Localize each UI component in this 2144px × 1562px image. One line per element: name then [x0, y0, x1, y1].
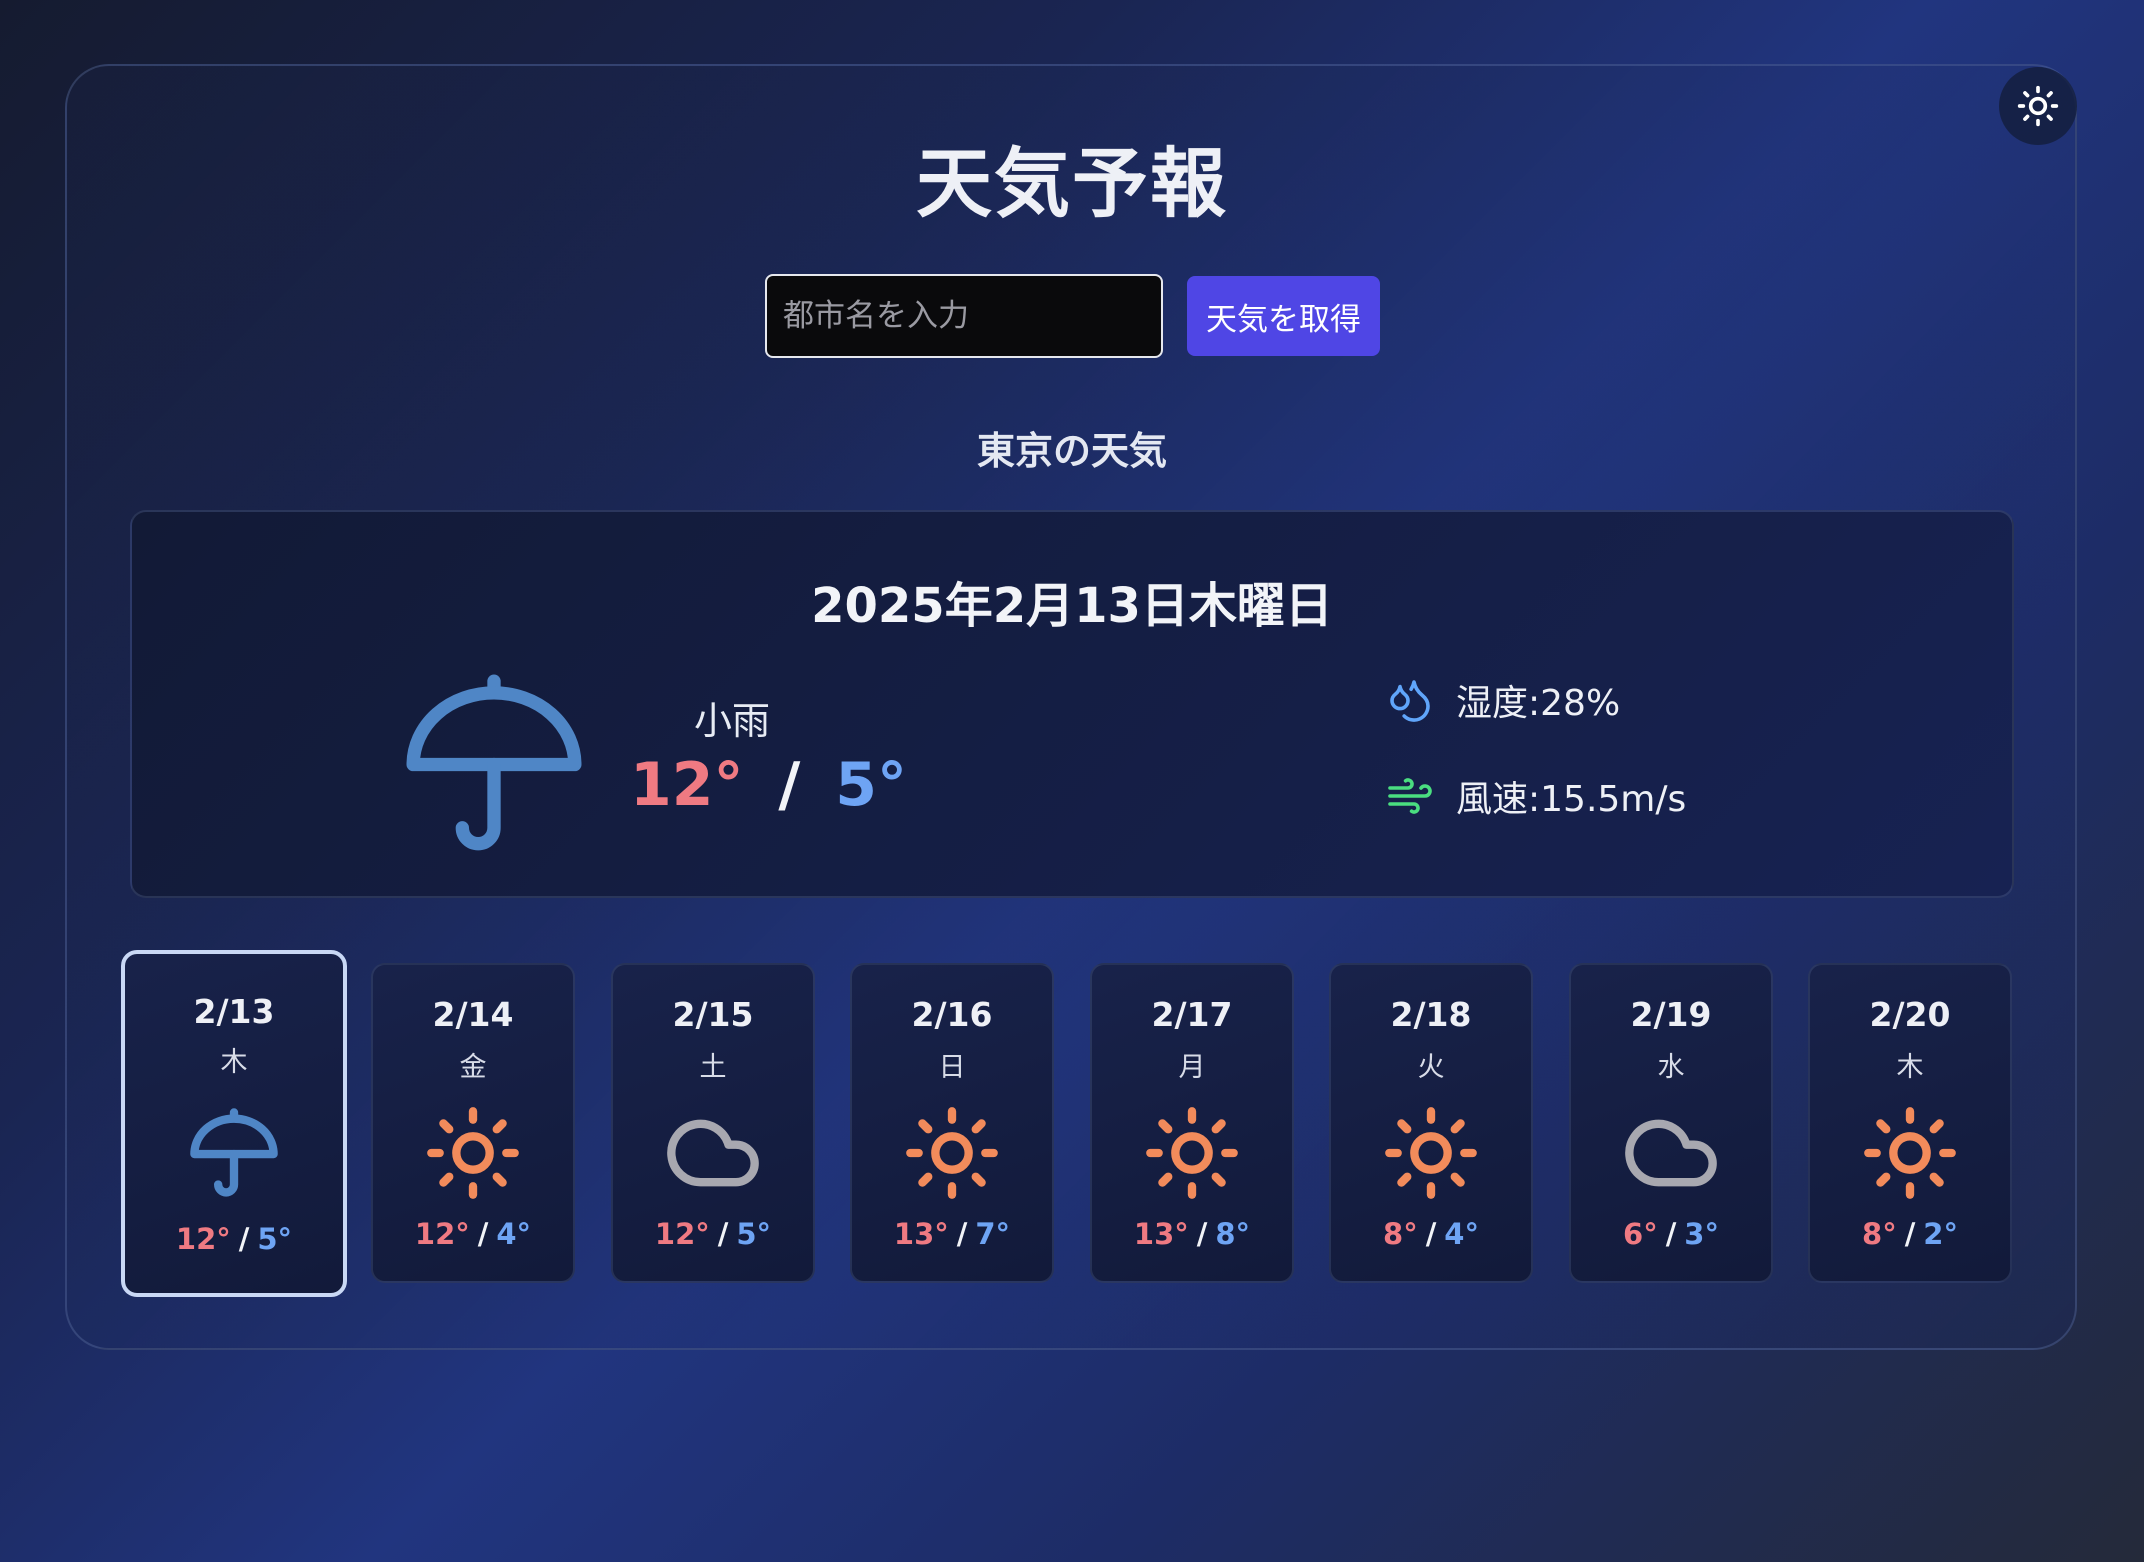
forecast-day-card[interactable]: 2/19 水 6°/3°: [1569, 963, 1773, 1283]
droplets-icon: [1390, 680, 1430, 722]
forecast-weekday: 土: [699, 1052, 727, 1083]
get-weather-button[interactable]: 天気を取得: [1187, 276, 1380, 356]
forecast-low-temp: 2°: [1923, 1217, 1958, 1251]
cloud-icon: [1625, 1119, 1717, 1187]
temp-separator: /: [1904, 1217, 1916, 1251]
forecast-date: 2/18: [1390, 995, 1472, 1034]
sun-icon: [906, 1107, 998, 1199]
forecast-day-card[interactable]: 2/13 木 12°/5°: [121, 950, 347, 1297]
current-high-temp: 12°: [630, 750, 744, 820]
forecast-temps: 12°/5°: [125, 1222, 343, 1256]
forecast-high-temp: 12°: [414, 1217, 470, 1251]
forecast-day-card[interactable]: 2/18 火 8°/4°: [1329, 963, 1533, 1283]
temp-separator: /: [238, 1222, 250, 1256]
forecast-temps: 13°/8°: [1092, 1217, 1292, 1251]
forecast-date: 2/17: [1151, 995, 1233, 1034]
forecast-high-temp: 6°: [1623, 1217, 1658, 1251]
forecast-date: 2/16: [911, 995, 993, 1034]
forecast-temps: 8°/2°: [1810, 1217, 2010, 1251]
current-temperatures: 12° / 5°: [630, 750, 907, 820]
forecast-temps: 13°/7°: [852, 1217, 1052, 1251]
forecast-date: 2/14: [432, 995, 514, 1034]
forecast-high-temp: 12°: [654, 1217, 710, 1251]
current-weather-panel: 2025年2月13日木曜日 小雨 12° / 5° 湿度:28% 風速:15.5…: [130, 510, 2014, 898]
forecast-date: 2/19: [1630, 995, 1712, 1034]
forecast-low-temp: 8°: [1215, 1217, 1251, 1251]
wind-icon: [1388, 778, 1432, 814]
forecast-high-temp: 8°: [1862, 1217, 1897, 1251]
sun-icon: [1146, 1107, 1238, 1199]
forecast-temps: 6°/3°: [1571, 1217, 1771, 1251]
temp-separator: /: [477, 1217, 489, 1251]
temp-separator: /: [1196, 1217, 1208, 1251]
forecast-date: 2/20: [1869, 995, 1951, 1034]
forecast-day-card[interactable]: 2/15 土 12°/5°: [611, 963, 815, 1283]
forecast-weekday: 日: [938, 1052, 966, 1083]
temp-separator: /: [956, 1217, 968, 1251]
umbrella-icon: [406, 674, 582, 851]
forecast-day-card[interactable]: 2/16 日 13°/7°: [850, 963, 1054, 1283]
forecast-day-card[interactable]: 2/14 金 12°/4°: [371, 963, 575, 1283]
city-search-input[interactable]: [765, 274, 1163, 358]
wind-stat: 風速:15.5m/s: [1386, 770, 1686, 822]
forecast-high-temp: 8°: [1383, 1217, 1418, 1251]
forecast-day-card[interactable]: 2/20 木 8°/2°: [1808, 963, 2012, 1283]
forecast-weekday: 水: [1657, 1052, 1685, 1083]
page-title: 天気予報: [916, 139, 1228, 228]
wind-label: 風速:15.5m/s: [1456, 779, 1687, 820]
forecast-weekday: 木: [1896, 1052, 1924, 1083]
forecast-temps: 12°/5°: [613, 1217, 813, 1251]
city-heading: 東京の天気: [976, 429, 1167, 473]
forecast-low-temp: 7°: [975, 1217, 1011, 1251]
forecast-low-temp: 5°: [257, 1222, 293, 1256]
cloud-icon: [667, 1119, 759, 1187]
temp-separator: /: [717, 1217, 729, 1251]
forecast-low-temp: 4°: [1444, 1217, 1479, 1251]
forecast-weekday: 金: [459, 1052, 487, 1083]
forecast-weekday: 木: [220, 1047, 248, 1078]
forecast-date: 2/15: [672, 995, 754, 1034]
forecast-day-card[interactable]: 2/17 月 13°/8°: [1090, 963, 1294, 1283]
humidity-label: 湿度:28%: [1456, 683, 1621, 724]
forecast-high-temp: 13°: [893, 1217, 949, 1251]
current-condition: 小雨: [694, 699, 771, 743]
sun-icon: [1864, 1107, 1956, 1199]
temp-separator: /: [1425, 1217, 1437, 1251]
forecast-low-temp: 5°: [736, 1217, 772, 1251]
sun-icon: [427, 1107, 519, 1199]
forecast-high-temp: 12°: [175, 1222, 231, 1256]
temp-separator: /: [778, 750, 801, 820]
forecast-low-temp: 4°: [496, 1217, 532, 1251]
forecast-weekday: 火: [1417, 1052, 1445, 1083]
temp-separator: /: [1665, 1217, 1677, 1251]
forecast-high-temp: 13°: [1133, 1217, 1189, 1251]
humidity-stat: 湿度:28%: [1386, 674, 1620, 726]
forecast-temps: 8°/4°: [1331, 1217, 1531, 1251]
forecast-date: 2/13: [193, 992, 275, 1031]
sun-icon: [1385, 1107, 1477, 1199]
current-low-temp: 5°: [835, 750, 907, 820]
umbrella-icon: [190, 1108, 278, 1197]
forecast-low-temp: 3°: [1684, 1217, 1719, 1251]
current-date: 2025年2月13日木曜日: [811, 578, 1333, 634]
forecast-weekday: 月: [1178, 1052, 1206, 1083]
forecast-temps: 12°/4°: [373, 1217, 573, 1251]
